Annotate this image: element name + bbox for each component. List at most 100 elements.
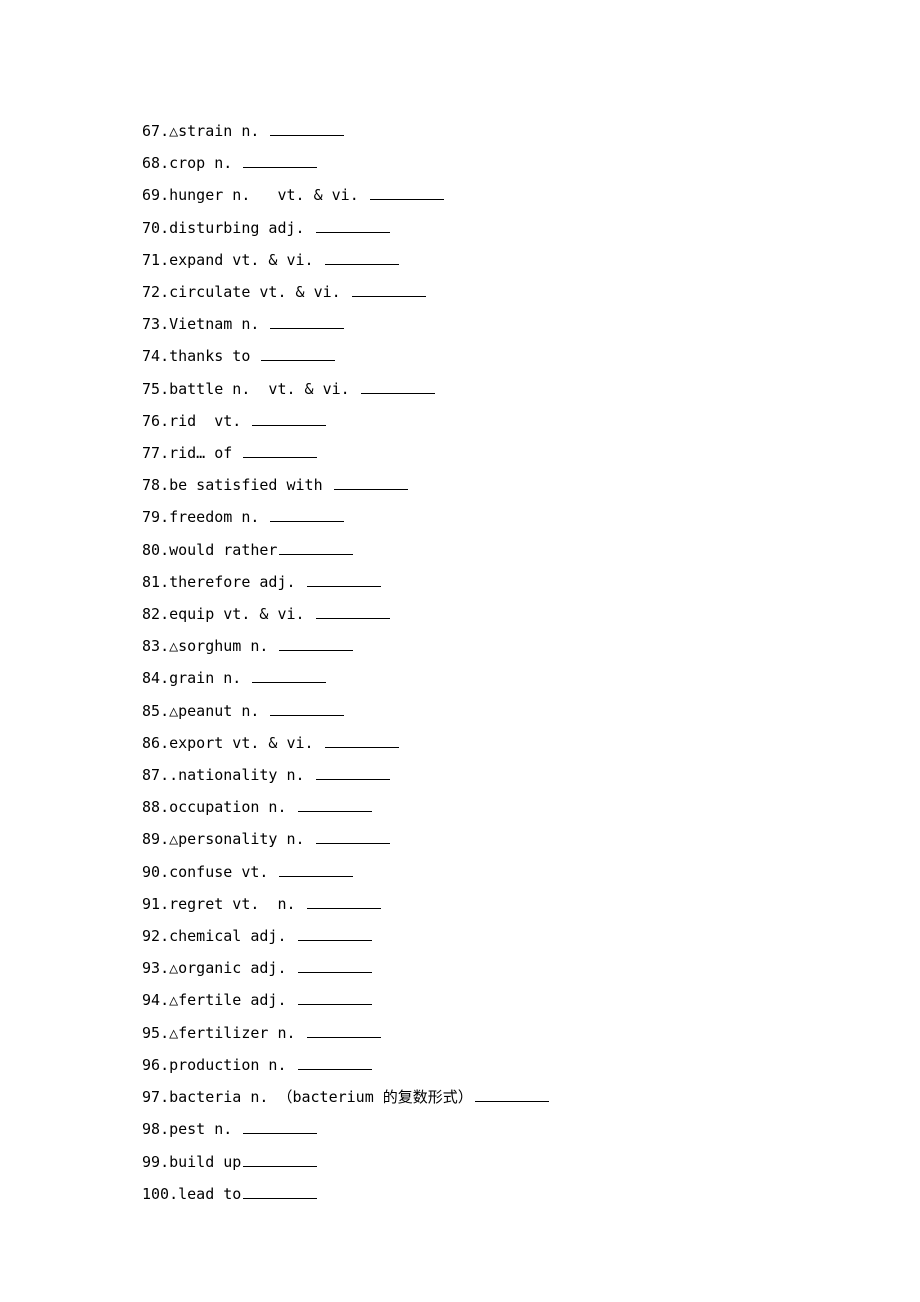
vocabulary-item: 81.therefore adj. [142, 566, 920, 598]
answer-blank[interactable] [307, 894, 381, 909]
item-number: 78 [142, 476, 160, 494]
item-number: 72 [142, 283, 160, 301]
answer-blank[interactable] [316, 829, 390, 844]
vocabulary-item: 86.export vt. & vi. [142, 727, 920, 759]
vocabulary-list: 67.△strain n. 68.crop n. 69.hunger n. vt… [142, 115, 920, 1210]
item-term: rid… of [169, 444, 241, 462]
item-number: 73 [142, 315, 160, 333]
item-separator: . [160, 347, 169, 365]
answer-blank[interactable] [325, 250, 399, 265]
item-number: 86 [142, 734, 160, 752]
answer-blank[interactable] [243, 1183, 317, 1198]
vocabulary-item: 80.would rather [142, 534, 920, 566]
answer-blank[interactable] [316, 217, 390, 232]
answer-blank[interactable] [279, 636, 353, 651]
vocabulary-item: 72.circulate vt. & vi. [142, 276, 920, 308]
answer-blank[interactable] [307, 572, 381, 587]
answer-blank[interactable] [261, 346, 335, 361]
vocabulary-item: 99.build up [142, 1146, 920, 1178]
item-term: △peanut n. [169, 702, 268, 720]
item-separator: . [160, 283, 169, 301]
item-number: 97 [142, 1088, 160, 1106]
answer-blank[interactable] [352, 282, 426, 297]
answer-blank[interactable] [298, 797, 372, 812]
item-number: 98 [142, 1120, 160, 1138]
vocabulary-item: 89.△personality n. [142, 823, 920, 855]
item-term: would rather [169, 541, 277, 559]
answer-blank[interactable] [298, 990, 372, 1005]
item-term: pest n. [169, 1120, 241, 1138]
answer-blank[interactable] [316, 604, 390, 619]
item-number: 67 [142, 122, 160, 140]
item-number: 91 [142, 895, 160, 913]
item-separator: . [160, 1056, 169, 1074]
vocabulary-item: 87..nationality n. [142, 759, 920, 791]
vocabulary-item: 96.production n. [142, 1049, 920, 1081]
item-term: △sorghum n. [169, 637, 277, 655]
answer-blank[interactable] [252, 668, 326, 683]
item-separator: . [160, 863, 169, 881]
item-separator: . [160, 186, 169, 204]
answer-blank[interactable] [298, 958, 372, 973]
vocabulary-item: 100.lead to [142, 1178, 920, 1210]
vocabulary-item: 76.rid vt. [142, 405, 920, 437]
vocabulary-item: 69.hunger n. vt. & vi. [142, 179, 920, 211]
answer-blank[interactable] [270, 121, 344, 136]
item-number: 94 [142, 991, 160, 1009]
answer-blank[interactable] [270, 507, 344, 522]
answer-blank[interactable] [270, 314, 344, 329]
item-separator: . [160, 766, 169, 784]
answer-blank[interactable] [243, 1119, 317, 1134]
item-term: occupation n. [169, 798, 295, 816]
item-term: confuse vt. [169, 863, 277, 881]
answer-blank[interactable] [252, 411, 326, 426]
item-term: .nationality n. [169, 766, 314, 784]
vocabulary-item: 92.chemical adj. [142, 920, 920, 952]
vocabulary-item: 78.be satisfied with [142, 469, 920, 501]
answer-blank[interactable] [298, 926, 372, 941]
answer-blank[interactable] [243, 443, 317, 458]
vocabulary-item: 84.grain n. [142, 662, 920, 694]
item-separator: . [160, 122, 169, 140]
vocabulary-item: 97.bacteria n. （bacterium 的复数形式） [142, 1081, 920, 1113]
answer-blank[interactable] [243, 153, 317, 168]
answer-blank[interactable] [298, 1055, 372, 1070]
item-term: △strain n. [169, 122, 268, 140]
item-number: 85 [142, 702, 160, 720]
item-term: build up [169, 1153, 241, 1171]
item-number: 77 [142, 444, 160, 462]
item-number: 74 [142, 347, 160, 365]
item-number: 83 [142, 637, 160, 655]
item-number: 70 [142, 219, 160, 237]
item-separator: . [160, 154, 169, 172]
answer-blank[interactable] [361, 378, 435, 393]
vocabulary-item: 75.battle n. vt. & vi. [142, 373, 920, 405]
item-separator: . [160, 315, 169, 333]
item-separator: . [160, 1088, 169, 1106]
item-separator: . [160, 927, 169, 945]
item-number: 100 [142, 1185, 169, 1203]
item-term: lead to [178, 1185, 241, 1203]
vocabulary-item: 73.Vietnam n. [142, 308, 920, 340]
vocabulary-item: 90.confuse vt. [142, 856, 920, 888]
item-term: circulate vt. & vi. [169, 283, 350, 301]
item-term: battle n. vt. & vi. [169, 380, 359, 398]
answer-blank[interactable] [279, 539, 353, 554]
answer-blank[interactable] [475, 1087, 549, 1102]
answer-blank[interactable] [270, 700, 344, 715]
vocabulary-item: 82.equip vt. & vi. [142, 598, 920, 630]
answer-blank[interactable] [370, 185, 444, 200]
item-number: 84 [142, 669, 160, 687]
vocabulary-item: 67.△strain n. [142, 115, 920, 147]
vocabulary-item: 88.occupation n. [142, 791, 920, 823]
answer-blank[interactable] [316, 765, 390, 780]
item-number: 89 [142, 830, 160, 848]
item-number: 69 [142, 186, 160, 204]
answer-blank[interactable] [243, 1151, 317, 1166]
answer-blank[interactable] [279, 861, 353, 876]
vocabulary-item: 77.rid… of [142, 437, 920, 469]
answer-blank[interactable] [325, 733, 399, 748]
item-separator: . [160, 991, 169, 1009]
answer-blank[interactable] [307, 1022, 381, 1037]
answer-blank[interactable] [334, 475, 408, 490]
